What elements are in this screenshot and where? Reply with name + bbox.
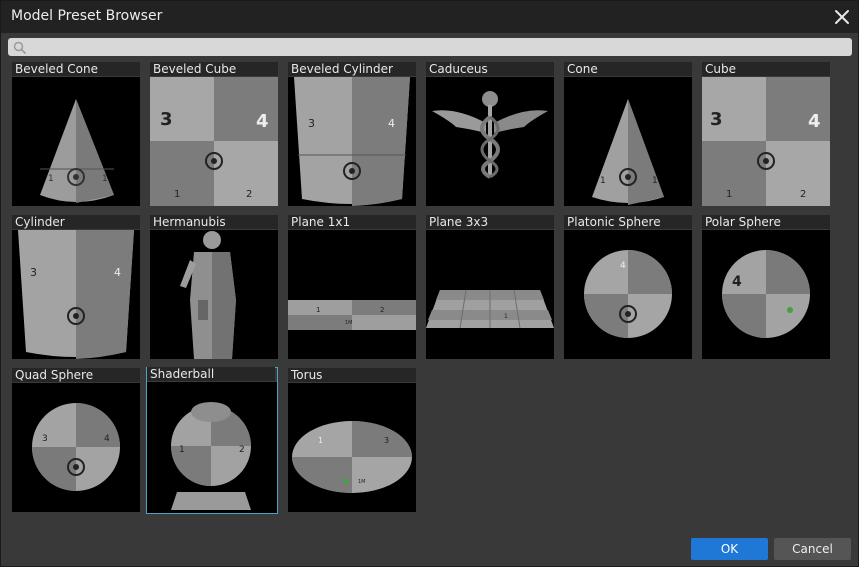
preset-label: Quad Sphere (12, 368, 140, 382)
svg-text:1: 1 (600, 176, 606, 186)
preset-thumbnail: 4 (702, 230, 830, 359)
ok-button[interactable]: OK (691, 538, 768, 560)
preset-thumbnail: 3 4 1 2 (702, 77, 830, 206)
preset-plane-3x3[interactable]: Plane 3x3 1 (425, 215, 555, 360)
dialog-title: Model Preset Browser (11, 8, 163, 24)
preset-label: Shaderball (147, 367, 275, 381)
preset-quad-sphere[interactable]: Quad Sphere 34 (11, 368, 141, 513)
preset-label: Hermanubis (150, 215, 278, 229)
preset-beveled-cylinder[interactable]: Beveled Cylinder 34 (287, 62, 417, 207)
preset-thumbnail (150, 230, 278, 359)
svg-text:1: 1 (179, 445, 185, 455)
preset-thumbnail (426, 77, 554, 206)
preset-thumbnail: 1 2 1M (288, 230, 416, 359)
svg-text:1: 1 (318, 436, 323, 445)
preset-thumbnail: 34 (12, 230, 140, 359)
preset-thumbnail: 34 (288, 77, 416, 206)
preset-cone[interactable]: Cone 11 (563, 62, 693, 207)
preset-polar-sphere[interactable]: Polar Sphere 4 (701, 215, 831, 360)
svg-text:3: 3 (308, 117, 315, 130)
cancel-button[interactable]: Cancel (774, 538, 851, 560)
preset-label: Cube (702, 62, 830, 76)
preset-thumbnail: 4 (564, 230, 692, 359)
svg-text:4: 4 (388, 117, 395, 130)
svg-text:4: 4 (104, 434, 110, 444)
preset-plane-1x1[interactable]: Plane 1x1 1 2 1M (287, 215, 417, 360)
svg-text:1: 1 (726, 189, 732, 200)
svg-text:4: 4 (732, 274, 742, 290)
search-field[interactable] (8, 38, 852, 56)
title-bar: Model Preset Browser (1, 1, 858, 33)
svg-text:2: 2 (246, 189, 252, 200)
preset-thumbnail: 1 3 1M (288, 383, 416, 512)
preset-cylinder[interactable]: Cylinder 34 (11, 215, 141, 360)
svg-text:2: 2 (239, 445, 245, 455)
preset-thumbnail: 11 (12, 77, 140, 206)
search-icon (13, 40, 27, 59)
preset-caduceus[interactable]: Caduceus (425, 62, 555, 207)
svg-text:4: 4 (114, 266, 121, 279)
preset-label: Platonic Sphere (564, 215, 692, 229)
preset-beveled-cone[interactable]: Beveled Cone 11 (11, 62, 141, 207)
preset-label: Torus (288, 368, 416, 382)
model-preset-browser-dialog: Model Preset Browser Beveled Cone 11 Bev… (0, 0, 859, 567)
svg-text:2: 2 (380, 306, 384, 314)
svg-text:1: 1 (174, 189, 180, 200)
svg-text:3: 3 (160, 109, 173, 130)
svg-text:1M: 1M (358, 479, 366, 485)
preset-label: Beveled Cylinder (288, 62, 416, 76)
preset-label: Beveled Cube (150, 62, 278, 76)
svg-text:2: 2 (800, 189, 806, 200)
svg-text:3: 3 (42, 434, 48, 444)
svg-text:1: 1 (102, 174, 108, 184)
preset-label: Beveled Cone (12, 62, 140, 76)
preset-hermanubis[interactable]: Hermanubis (149, 215, 279, 360)
close-icon[interactable] (829, 4, 855, 30)
preset-shaderball[interactable]: Shaderball 12 (146, 367, 278, 514)
preset-label: Caduceus (426, 62, 554, 76)
preset-torus[interactable]: Torus 1 3 1M (287, 368, 417, 513)
preset-label: Cone (564, 62, 692, 76)
svg-text:3: 3 (384, 436, 389, 445)
preset-thumbnail: 3 4 1 2 (150, 77, 278, 206)
preset-label: Plane 3x3 (426, 215, 554, 229)
preset-beveled-cube[interactable]: Beveled Cube 3 4 1 2 (149, 62, 279, 207)
svg-text:3: 3 (30, 266, 37, 279)
svg-text:1: 1 (48, 174, 54, 184)
svg-text:4: 4 (808, 111, 821, 132)
preset-platonic-sphere[interactable]: Platonic Sphere 4 (563, 215, 693, 360)
preset-label: Plane 1x1 (288, 215, 416, 229)
search-input[interactable] (30, 38, 846, 56)
preset-thumbnail: 1 (426, 230, 554, 359)
preset-cube[interactable]: Cube 3 4 1 2 (701, 62, 831, 207)
svg-text:3: 3 (710, 109, 723, 130)
preset-label: Polar Sphere (702, 215, 830, 229)
preset-thumbnail: 12 (147, 382, 277, 513)
svg-text:4: 4 (256, 111, 269, 132)
svg-text:1: 1 (504, 313, 508, 320)
svg-text:1: 1 (652, 176, 658, 186)
svg-text:4: 4 (620, 261, 626, 271)
svg-text:1M: 1M (345, 320, 353, 326)
preset-thumbnail: 34 (12, 383, 140, 512)
svg-text:1: 1 (316, 306, 320, 314)
preset-thumbnail: 11 (564, 77, 692, 206)
preset-label: Cylinder (12, 215, 140, 229)
